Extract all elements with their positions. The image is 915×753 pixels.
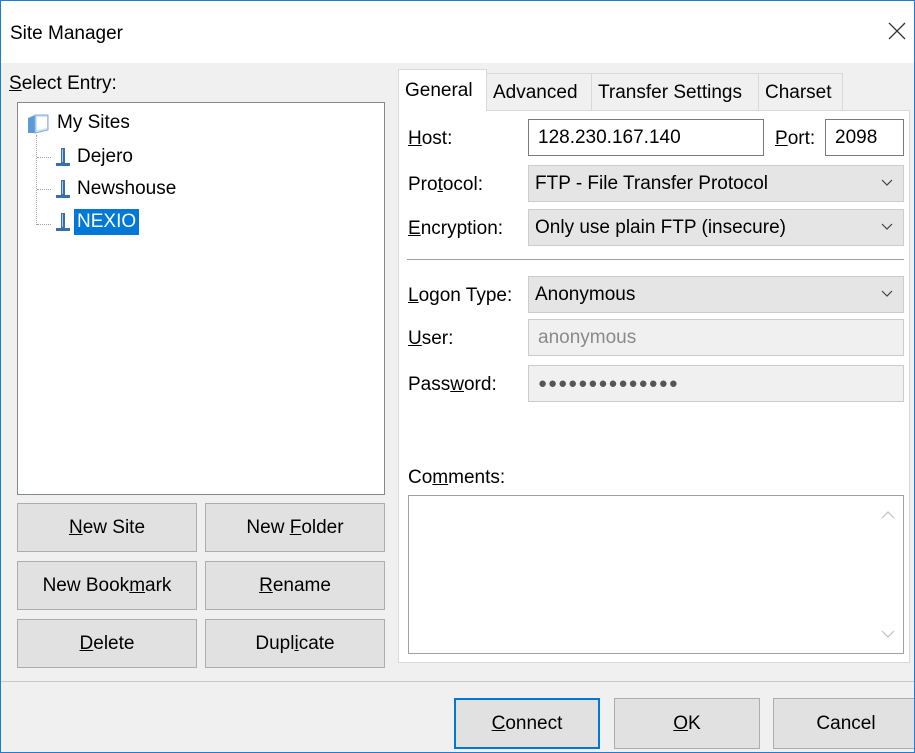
ok-button[interactable]: OK	[614, 698, 760, 749]
host-input[interactable]: 128.230.167.140	[528, 119, 764, 156]
user-label: User:	[408, 328, 454, 349]
scroll-down-icon[interactable]	[881, 629, 895, 639]
select-entry-label: Select Entry:	[9, 73, 117, 94]
tab-advanced[interactable]: Advanced	[486, 73, 592, 110]
cancel-button[interactable]: Cancel	[773, 698, 914, 749]
chevron-down-icon	[881, 223, 893, 230]
tab-charset[interactable]: Charset	[758, 73, 843, 110]
tab-transfer-settings[interactable]: Transfer Settings	[591, 73, 759, 110]
tree-connector	[37, 224, 51, 225]
chevron-down-icon	[881, 290, 893, 297]
server-icon	[54, 178, 72, 208]
encryption-select[interactable]: Only use plain FTP (insecure)	[528, 209, 904, 246]
delete-button[interactable]: Delete	[17, 619, 197, 668]
tree-item-label: Dejero	[77, 146, 133, 167]
server-icon	[54, 146, 72, 176]
folder-icon	[26, 113, 52, 143]
duplicate-button[interactable]: Duplicate	[205, 619, 385, 668]
tree-connector	[36, 135, 37, 225]
port-label: Port:	[775, 128, 816, 149]
new-site-button[interactable]: New Site	[17, 503, 197, 552]
comments-label: Comments:	[408, 467, 506, 488]
new-bookmark-button[interactable]: New Bookmark	[17, 561, 197, 610]
password-input[interactable]: ●●●●●●●●●●●●●●	[528, 365, 904, 402]
port-input[interactable]: 2098	[825, 119, 904, 156]
encryption-label: Encryption:	[408, 218, 504, 239]
password-label: Password:	[408, 374, 497, 395]
tree-item-my-sites[interactable]: My Sites	[26, 110, 133, 136]
new-folder-button[interactable]: New Folder	[205, 503, 385, 552]
tab-general[interactable]: General	[398, 69, 487, 111]
tree-item-nexio[interactable]: NEXIO	[54, 208, 141, 236]
chevron-down-icon	[881, 179, 893, 186]
tree-item-dejero[interactable]: Dejero	[54, 144, 136, 170]
protocol-value: FTP - File Transfer Protocol	[535, 173, 768, 194]
tree-item-label: NEXIO	[72, 208, 141, 236]
title-bar: Site Manager	[1, 1, 914, 63]
tree-item-label: Newshouse	[77, 178, 177, 199]
logon-type-value: Anonymous	[535, 284, 636, 305]
tree-connector	[37, 157, 51, 158]
separator	[407, 259, 904, 260]
footer-divider	[1, 681, 914, 682]
server-icon	[54, 211, 72, 241]
user-input[interactable]: anonymous	[528, 319, 904, 356]
tree-item-label: My Sites	[57, 112, 130, 133]
connect-button[interactable]: Connect	[454, 698, 600, 749]
site-tree[interactable]: My Sites Dejero Newshouse NEXIO	[17, 102, 385, 495]
logon-type-label: Logon Type:	[408, 285, 513, 306]
close-icon[interactable]	[885, 19, 909, 43]
window-title: Site Manager	[10, 23, 124, 44]
encryption-value: Only use plain FTP (insecure)	[535, 217, 786, 238]
logon-type-select[interactable]: Anonymous	[528, 276, 904, 313]
site-manager-window: Site Manager Select Entry: My Sites Deje…	[0, 0, 915, 753]
rename-button[interactable]: Rename	[205, 561, 385, 610]
tree-connector	[37, 189, 51, 190]
scroll-up-icon[interactable]	[881, 510, 895, 520]
protocol-select[interactable]: FTP - File Transfer Protocol	[528, 165, 904, 202]
protocol-label: Protocol:	[408, 174, 483, 195]
tree-item-newshouse[interactable]: Newshouse	[54, 176, 179, 202]
host-label: Host:	[408, 128, 453, 149]
comments-textarea[interactable]	[408, 495, 904, 654]
